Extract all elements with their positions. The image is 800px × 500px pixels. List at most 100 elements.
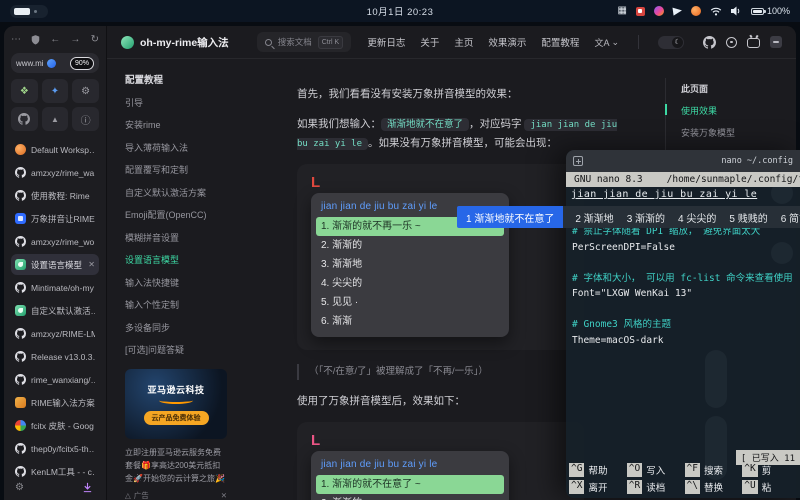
extension-badge-icon[interactable]: [47, 59, 56, 68]
fcitx-candidate[interactable]: 6 简简单: [781, 210, 800, 225]
sidebar-item-faq[interactable]: [可选]问题答疑: [125, 343, 233, 356]
fcitx-candidate[interactable]: 4 尖尖的: [678, 210, 716, 225]
sidebar-item-import[interactable]: 导入薄荷输入法: [125, 141, 233, 154]
translate-icon: 文A: [594, 36, 609, 49]
nano-version: GNU nano 8.3: [574, 174, 643, 185]
sidebar-toolbar: ⋯ ← → ↻: [11, 32, 99, 47]
sidebar-item-default-scheme[interactable]: 自定义默认激活方案: [125, 186, 233, 199]
github-icon: [15, 190, 26, 201]
sidebar-item-sync[interactable]: 多设备同步: [125, 321, 233, 334]
url-bar[interactable]: www.mi 90%: [11, 53, 99, 73]
language-switch[interactable]: 文A ⌄: [594, 36, 619, 49]
site-title[interactable]: oh-my-rime输入法: [140, 35, 229, 50]
tab-item[interactable]: 自定义默认激活…: [11, 300, 99, 321]
nav-tutorial[interactable]: 配置教程: [541, 35, 579, 49]
screenshot-ime-after: L jian jian de jiu bu zai yi le 1. 渐渐的就不…: [297, 422, 584, 500]
nav-about[interactable]: 关于: [420, 35, 439, 49]
play-extension-icon[interactable]: ▲: [42, 107, 69, 131]
outline-item-effect[interactable]: 使用效果: [681, 104, 735, 117]
tab-item[interactable]: amzxyz/rime_wo…: [11, 231, 99, 252]
terminal-titlebar[interactable]: nano ~/.config: [566, 150, 800, 172]
ime-preedit: jian jian de jiu bu zai yi le: [321, 459, 499, 470]
terminal-buffer[interactable]: # 禁止字体随着 DPI 缩放， 避免界面太大 PerScreenDPI=Fal…: [566, 224, 800, 348]
pin-icon[interactable]: [726, 37, 737, 48]
tab-default-workspace[interactable]: Default Worksp…: [11, 139, 99, 160]
tab-list: Default Worksp… amzxyz/rime_wa… 使用教程: Ri…: [11, 139, 99, 478]
fcitx-candidate[interactable]: 5 贱贱的: [729, 210, 767, 225]
settings-gear-icon[interactable]: ⚙: [15, 482, 24, 493]
sidebar-item-install-rime[interactable]: 安装rime: [125, 118, 233, 131]
outline-header: 此页面: [681, 82, 735, 95]
sidebar-item-guide[interactable]: 引导: [125, 96, 233, 109]
ime-candidate-2: 2. 渐渐的: [316, 236, 504, 255]
dark-mode-toggle[interactable]: ☾: [658, 36, 684, 49]
nav-demo[interactable]: 效果演示: [488, 35, 526, 49]
tab-item[interactable]: KenLM工具 - - c…: [11, 461, 99, 478]
chevron-down-icon: ⌄: [611, 37, 619, 48]
fcitx-selected-candidate[interactable]: 1 渐渐地就不在意了: [457, 206, 563, 228]
github-icon: [15, 443, 26, 454]
nav-changelog[interactable]: 更新日志: [367, 35, 405, 49]
browser-tray-icon[interactable]: [654, 6, 664, 16]
sidebar-item-hotkeys[interactable]: 输入法快捷键: [125, 276, 233, 289]
forward-icon[interactable]: →: [70, 34, 80, 45]
tab-item[interactable]: thep0y/fcitx5-th…: [11, 438, 99, 459]
tab-item[interactable]: RIME输入法方案…: [11, 392, 99, 413]
battery-percent: 100%: [767, 6, 790, 16]
close-icon[interactable]: ✕: [88, 260, 95, 269]
reload-icon[interactable]: ↻: [91, 34, 99, 45]
settings-extension-icon[interactable]: ⚙: [72, 79, 99, 103]
sidebar-item-customize[interactable]: 输入个性定制: [125, 298, 233, 311]
terminal-window[interactable]: nano ~/.config GNU nano 8.3 /home/sunmap…: [566, 150, 800, 498]
github-shortcut-icon[interactable]: [11, 107, 38, 131]
ad-close-icon[interactable]: ✕: [221, 491, 227, 500]
nano-shortcut-bar: ^G帮助 ^O写入 ^F搜索 ^K剪 ^X离开 ^R读档 ^\替换 ^U粘: [569, 463, 800, 494]
sidebar-item-override[interactable]: 配置覆写和定制: [125, 163, 233, 176]
fcitx-candidate[interactable]: 3 渐渐的: [627, 210, 665, 225]
menu-ellipsis-icon[interactable]: ⋯: [11, 34, 21, 45]
tab-item[interactable]: 万象拼音让RIME…: [11, 208, 99, 229]
nano-header: GNU nano 8.3 /home/sunmaple/.config/fc: [566, 172, 800, 187]
search-input[interactable]: 搜索文档 Ctrl K: [257, 32, 352, 52]
volume-icon[interactable]: [731, 6, 742, 16]
tab-item[interactable]: rime_wanxiang/…: [11, 369, 99, 390]
app-tray-icon[interactable]: [691, 6, 701, 16]
app-badge-icon[interactable]: [770, 36, 782, 48]
tab-item[interactable]: Release v13.0.3…: [11, 346, 99, 367]
telegram-icon[interactable]: [672, 6, 682, 15]
wappalyzer-extension-icon[interactable]: ❖: [11, 79, 38, 103]
input-method-icon[interactable]: ▦: [618, 6, 627, 16]
tab-item[interactable]: 使用教程: Rime: [11, 185, 99, 206]
sidebar-item-emoji[interactable]: Emoji配置(OpenCC): [125, 208, 233, 221]
tab-item[interactable]: fcitx 皮肤 - Goog…: [11, 415, 99, 436]
tab-active-language-model[interactable]: 设置语言模型✕: [11, 254, 99, 275]
zoom-level-badge[interactable]: 90%: [70, 57, 94, 70]
fcitx-candidate[interactable]: 2 渐渐地: [575, 210, 613, 225]
download-icon[interactable]: [82, 482, 93, 493]
ad-image[interactable]: 亚马逊云科技 云产品免费体验: [125, 369, 227, 439]
ad-card[interactable]: 亚马逊云科技 云产品免费体验 立即注册亚马逊云服务免费套餐🎁享高达200美元抵扣…: [125, 369, 227, 500]
nav-home[interactable]: 主页: [454, 35, 473, 49]
site-logo[interactable]: [121, 36, 134, 49]
wifi-icon[interactable]: [710, 6, 722, 16]
sparkle-extension-icon[interactable]: ✦: [42, 79, 69, 103]
sidebar-item-fuzzy-pinyin[interactable]: 模糊拼音设置: [125, 231, 233, 244]
info-extension-icon[interactable]: ⓘ: [72, 107, 99, 131]
sidebar-item-language-model-active[interactable]: 设置语言模型: [125, 253, 233, 266]
tab-item[interactable]: amzxyz/rime_wa…: [11, 162, 99, 183]
mint-logo-icon: [15, 305, 26, 316]
notification-tray-icon[interactable]: [636, 7, 645, 16]
outline-item-install-model[interactable]: 安装万象模型: [681, 126, 735, 139]
new-tab-icon[interactable]: [573, 156, 583, 166]
ad-button[interactable]: 云产品免费体验: [144, 411, 209, 425]
tab-item[interactable]: amzxyz/RIME-LM…: [11, 323, 99, 344]
bilibili-tv-icon[interactable]: [747, 38, 760, 48]
back-icon[interactable]: ←: [50, 34, 60, 45]
extensions-grid: ❖ ✦ ⚙ ▲ ⓘ: [11, 79, 99, 131]
config-comment: # 字体和大小， 可以用 fc-list 命令来查看使用: [572, 271, 794, 287]
github-icon[interactable]: [703, 36, 716, 49]
tab-item[interactable]: Mintimate/oh-my…: [11, 277, 99, 298]
shield-icon[interactable]: [31, 35, 40, 45]
battery-icon: [751, 8, 764, 15]
ime-candidate-panel: jian jian de jiu bu zai yi le 1. 渐渐的就不在意…: [311, 451, 509, 500]
